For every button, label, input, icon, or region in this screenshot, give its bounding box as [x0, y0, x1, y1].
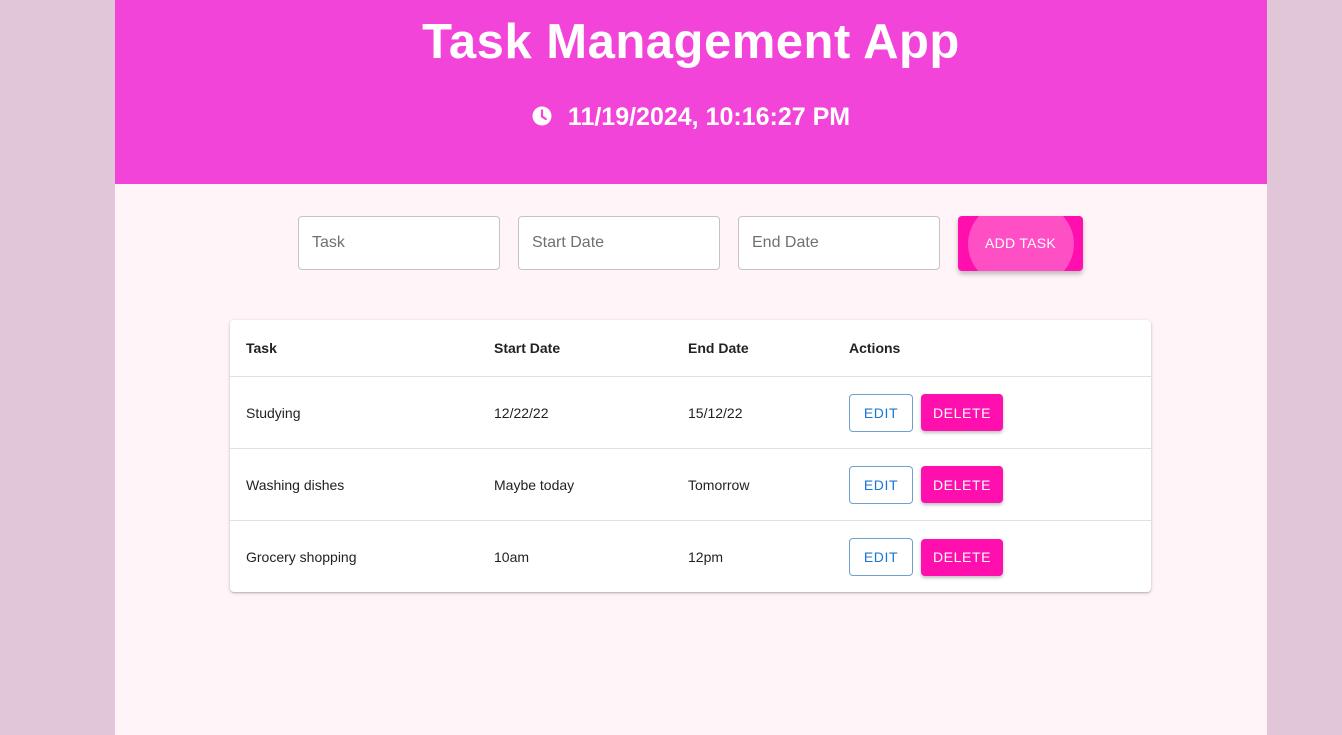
edit-button[interactable]: EDIT: [849, 538, 913, 576]
table-row: Washing dishes Maybe today Tomorrow EDIT…: [230, 448, 1151, 521]
column-header-task: Task: [230, 320, 478, 377]
column-header-actions: Actions: [833, 320, 1151, 377]
task-cell: Studying: [230, 376, 478, 449]
start-date-cell: 10am: [494, 549, 530, 565]
datetime-text: 11/19/2024, 10:16:27 PM: [567, 103, 851, 131]
add-task-button[interactable]: ADD TASK: [958, 216, 1083, 271]
task-input[interactable]: [298, 216, 500, 270]
actions-cell: EDIT DELETE: [833, 521, 1151, 594]
end-date-cell: 15/12/22: [672, 376, 833, 449]
current-datetime: 11/19/2024, 10:16:27 PM: [115, 100, 1267, 134]
delete-button[interactable]: DELETE: [921, 538, 1003, 576]
start-date-cell: Maybe today: [478, 448, 672, 521]
edit-button[interactable]: EDIT: [849, 465, 913, 504]
actions-cell: EDIT DELETE: [833, 448, 1151, 521]
clock-icon: [532, 106, 552, 126]
delete-button[interactable]: DELETE: [921, 466, 1003, 503]
task-table: Task Start Date End Date Actions Studyin…: [230, 320, 1151, 593]
end-date-cell: 12pm: [688, 549, 724, 565]
table-header-row: Task Start Date End Date Actions: [230, 320, 1151, 377]
column-header-start-date: Start Date: [478, 320, 672, 377]
app-title: Task Management App: [422, 15, 960, 69]
table-row: Grocery shopping 10am 12pm EDIT DELETE: [230, 521, 1151, 594]
column-header-end-date: End Date: [672, 320, 833, 377]
task-cell: Washing dishes: [230, 448, 478, 521]
add-task-label: ADD TASK: [984, 235, 1057, 251]
app-container: Task Management App 11/19/2024, 10:16:27…: [115, 0, 1267, 735]
app-header: Task Management App 11/19/2024, 10:16:27…: [115, 0, 1267, 184]
delete-button[interactable]: DELETE: [921, 394, 1003, 431]
end-date-input[interactable]: [738, 216, 940, 270]
actions-cell: EDIT DELETE: [833, 376, 1151, 449]
start-date-cell: 12/22/22: [478, 376, 672, 449]
task-cell: Grocery shopping: [246, 549, 357, 565]
end-date-cell: Tomorrow: [672, 448, 833, 521]
table-row: Studying 12/22/22 15/12/22 EDIT DELETE: [230, 376, 1151, 449]
start-date-input[interactable]: [518, 216, 720, 270]
edit-button[interactable]: EDIT: [849, 393, 913, 432]
task-table-card: Task Start Date End Date Actions Studyin…: [230, 320, 1151, 592]
